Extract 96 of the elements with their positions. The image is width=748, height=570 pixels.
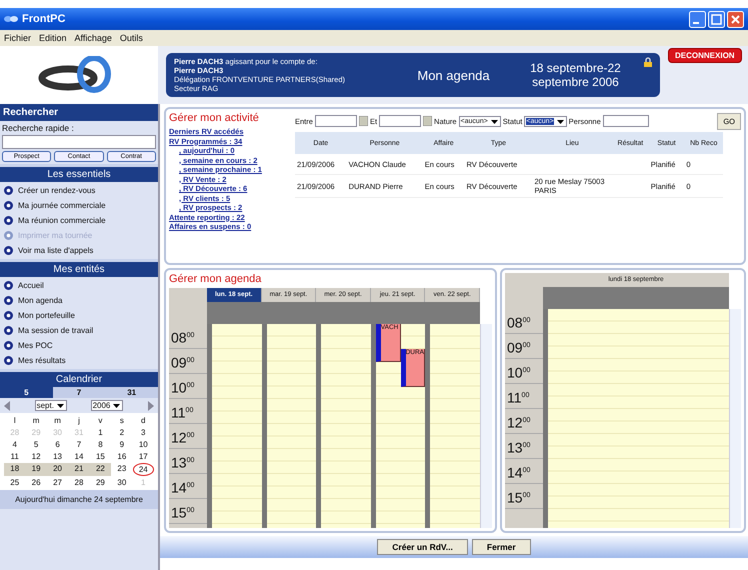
calendar-day[interactable]: 9 [111, 439, 133, 450]
calendar-day[interactable]: 1 [90, 427, 112, 438]
menu-item[interactable]: Outils [120, 33, 143, 43]
search-field[interactable] [2, 135, 156, 149]
calendar-day[interactable]: 11 [4, 451, 26, 462]
calendar-day[interactable]: 7 [68, 439, 90, 450]
calendar-day[interactable]: 5 [25, 439, 47, 450]
calendar-day[interactable]: 24 [132, 463, 154, 476]
sidebar-link[interactable]: Mes POC [18, 341, 53, 350]
minimize-icon[interactable] [689, 10, 706, 28]
calendar-day[interactable]: 28 [68, 477, 90, 488]
weekday-label: d [140, 415, 146, 426]
sidebar-link[interactable]: Ma session de travail [18, 326, 94, 335]
menu-item[interactable]: Affichage [74, 33, 112, 43]
calendar-day[interactable]: 20 [46, 463, 68, 476]
section-header: Mes entités [0, 262, 158, 277]
calendar-day[interactable]: 4 [4, 439, 26, 450]
view-tab[interactable]: 5 [0, 387, 53, 398]
footer-button[interactable]: Créer un RdV... [377, 539, 468, 555]
previous-icon[interactable] [4, 400, 11, 410]
menu-item[interactable]: Fichier [4, 33, 32, 43]
next-icon[interactable] [146, 400, 154, 410]
bullet-icon [4, 326, 13, 335]
view-tab[interactable]: 31 [105, 387, 158, 398]
weekday-label: l [12, 415, 17, 426]
date-range: 18 septembre-22 septembre 2006 [529, 61, 622, 89]
calendar-day[interactable]: 17 [132, 451, 154, 462]
calendar-day[interactable]: 6 [46, 439, 68, 450]
bullet-icon [4, 246, 13, 255]
calendar-day[interactable]: 19 [25, 463, 47, 476]
calendar-day[interactable]: 18 [4, 463, 26, 476]
person-field[interactable] [602, 115, 649, 127]
scrollbar[interactable] [480, 324, 492, 528]
app-icon [4, 14, 18, 24]
bullet-icon [4, 356, 13, 365]
window-title: FrontPC [22, 13, 66, 25]
date-field[interactable] [314, 115, 357, 127]
section-header: Rechercher [0, 104, 158, 121]
weekday-label: s [118, 415, 125, 426]
calendar-day[interactable]: 13 [46, 451, 68, 462]
calendar-day[interactable]: 2 [111, 427, 133, 438]
weekday-label: j [77, 415, 81, 426]
year-select[interactable]: 2006 [90, 400, 124, 411]
scrollbar[interactable] [729, 309, 741, 528]
logout-button[interactable]: DECONNEXION [668, 48, 742, 63]
menu-item[interactable]: Edition [39, 33, 67, 43]
calendar-day[interactable]: 21 [68, 463, 90, 476]
calendar-day[interactable]: 12 [25, 451, 47, 462]
section-header: Les essentiels [0, 167, 158, 182]
page-title: Mon agenda [416, 68, 491, 82]
month-select[interactable]: sept. [34, 400, 67, 411]
close-icon[interactable] [727, 10, 744, 28]
calendar-day[interactable]: 16 [111, 451, 133, 462]
calendar-day[interactable]: 29 [90, 477, 112, 488]
footer-button[interactable]: Fermer [472, 539, 531, 555]
calendar-day[interactable]: 3 [132, 427, 154, 438]
sidebar-link[interactable]: Mon portefeuille [18, 311, 75, 320]
dropdown-icon [112, 401, 122, 410]
dropdown-icon [56, 401, 65, 410]
bullet-icon [4, 311, 13, 320]
calendar-day[interactable]: 15 [90, 451, 112, 462]
weekday-label: m [32, 415, 40, 426]
sidebar-link[interactable]: Créer un rendez-vous [18, 186, 96, 195]
calendar-day[interactable]: 26 [25, 477, 47, 488]
bullet-icon [4, 216, 13, 225]
bullet-icon [4, 201, 13, 210]
panel-title: Gérer mon activité [169, 112, 260, 124]
calendar-day[interactable]: 25 [4, 477, 26, 488]
sidebar-link[interactable]: Ma réunion commerciale [18, 216, 106, 225]
panel-title: Gérer mon agenda [169, 273, 262, 285]
calendar-day[interactable]: 27 [46, 477, 68, 488]
bullet-icon [4, 281, 13, 290]
sidebar-link[interactable]: Mes résultats [18, 356, 66, 365]
lock-icon [644, 57, 652, 67]
bullet-icon [4, 231, 13, 240]
sidebar-link[interactable]: Mon agenda [18, 296, 62, 305]
maximize-icon[interactable] [708, 10, 725, 28]
calendar-day[interactable]: 10 [132, 439, 154, 450]
field-label: Recherche rapide : [2, 123, 75, 133]
weekday-label: v [97, 415, 104, 426]
sidebar-link[interactable]: Voir ma liste d'appels [18, 246, 94, 255]
today-label: Aujourd'hui dimanche 24 septembre [0, 490, 158, 509]
weekday-label: m [53, 415, 62, 426]
calendar-day[interactable]: 14 [68, 451, 90, 462]
section-header: Calendrier [0, 372, 158, 387]
bullet-icon [4, 186, 13, 195]
calendar-day[interactable]: 22 [90, 463, 112, 476]
calendar-day[interactable]: 23 [111, 463, 133, 476]
calendar-day[interactable]: 30 [111, 477, 133, 488]
sidebar-link[interactable]: Accueil [18, 281, 44, 290]
view-tab[interactable]: 7 [52, 387, 106, 398]
calendar-day[interactable]: 8 [90, 439, 112, 450]
bullet-icon [4, 296, 13, 305]
bullet-icon [4, 341, 13, 350]
date-field[interactable] [379, 115, 422, 127]
sidebar-link[interactable]: Ma journée commerciale [18, 201, 106, 210]
